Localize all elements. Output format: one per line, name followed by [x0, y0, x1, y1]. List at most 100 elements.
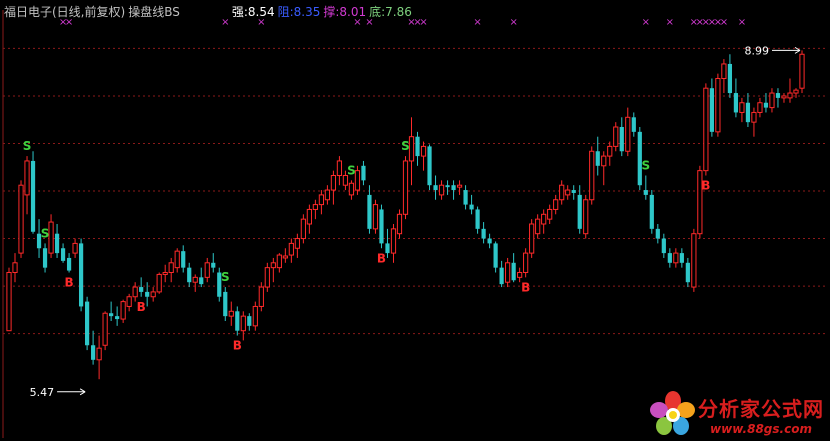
- candle: [84, 296, 90, 351]
- price-annotation: 8.99: [744, 44, 801, 57]
- x-marker: ×: [720, 17, 728, 28]
- candle-body: [30, 160, 36, 232]
- candle-body: [661, 238, 666, 254]
- price-annotations: 5.47 8.99: [30, 44, 801, 399]
- candle: [433, 175, 438, 200]
- candle-body: [192, 276, 198, 283]
- candle-body: [228, 310, 234, 317]
- candle-body: [613, 126, 619, 147]
- candle-body: [324, 189, 331, 201]
- candle: [162, 264, 168, 283]
- candle: [390, 224, 397, 263]
- candle: [24, 156, 30, 215]
- candle: [727, 54, 733, 98]
- candle-body: [48, 221, 54, 254]
- candle: [589, 146, 595, 205]
- sell-signal: S: [41, 226, 50, 240]
- bottom-value: 7.86: [385, 5, 412, 19]
- sell-signal: S: [401, 139, 410, 153]
- candle-body: [667, 253, 672, 263]
- candle: [367, 185, 372, 234]
- candle-body: [18, 184, 24, 254]
- candle-body: [475, 209, 480, 229]
- support-value: 8.01: [339, 5, 367, 19]
- candle: [132, 282, 138, 302]
- candle: [649, 190, 654, 234]
- candle: [235, 306, 240, 336]
- signal-labels: S S B B S B S B S B S B: [23, 139, 711, 352]
- candle-body: [312, 204, 318, 210]
- candle: [294, 233, 300, 258]
- candle-body: [247, 316, 252, 326]
- candle-body: [529, 223, 535, 254]
- candle-body: [96, 347, 102, 361]
- candle-body: [330, 175, 337, 191]
- candle: [72, 238, 78, 258]
- candle-body: [505, 262, 511, 283]
- candle-body: [258, 286, 264, 307]
- candle-body: [139, 287, 144, 292]
- stock-title: 福日电子(日线,前复权): [4, 5, 126, 19]
- candle-body: [294, 238, 300, 249]
- candle-body: [577, 194, 582, 229]
- candle-body: [463, 190, 468, 205]
- sell-signal: S: [23, 139, 32, 153]
- candle: [30, 151, 36, 234]
- candle: [655, 224, 660, 244]
- candle: [120, 299, 126, 323]
- candle: [6, 267, 12, 332]
- candle-body: [487, 238, 492, 244]
- candle: [42, 243, 48, 273]
- price-annotation: 5.47: [30, 386, 86, 399]
- annotation-label: 5.47: [30, 386, 55, 399]
- candle: [535, 214, 541, 239]
- candle: [348, 180, 355, 200]
- candle-body: [493, 243, 498, 268]
- candle-body: [601, 155, 607, 167]
- candle-body: [150, 291, 156, 298]
- candle: [499, 260, 504, 288]
- candle: [240, 311, 246, 341]
- candle-body: [276, 254, 282, 269]
- candle-body: [511, 262, 516, 281]
- candle-body: [499, 267, 504, 285]
- candle: [631, 112, 636, 137]
- candle: [583, 194, 589, 239]
- watermark-text: 分析家公式网: [698, 396, 824, 421]
- candle: [361, 160, 366, 186]
- candle-body: [793, 89, 799, 94]
- candle: [709, 78, 714, 137]
- watermark-url: www.88gs.com: [710, 421, 812, 436]
- candle-body: [679, 253, 684, 263]
- candle-body: [115, 316, 120, 320]
- candle-body: [6, 272, 12, 332]
- x-marker: ×: [738, 17, 746, 28]
- x-marker: ×: [473, 17, 481, 28]
- x-marker: ×: [666, 17, 674, 28]
- candle-body: [132, 286, 138, 298]
- candle-body: [451, 185, 456, 191]
- candle-body: [733, 93, 739, 113]
- candle: [181, 245, 186, 273]
- candle: [733, 78, 739, 118]
- candle: [685, 257, 690, 288]
- candle: [156, 272, 162, 294]
- buy-signal: B: [377, 251, 386, 265]
- candle: [571, 185, 576, 200]
- buy-signal: B: [233, 339, 242, 353]
- candle-body: [199, 277, 204, 285]
- candle: [787, 78, 793, 103]
- candle-body: [673, 252, 679, 264]
- candle: [264, 262, 270, 292]
- candle: [115, 306, 120, 326]
- candlestick-chart[interactable]: SSBBSBSBSBSB ×× × × × × ××× × × × × ×××××× × 5.478.…: [0, 0, 830, 441]
- candle: [48, 214, 54, 258]
- candle-body: [84, 301, 90, 346]
- support-label: 撑:: [323, 5, 340, 19]
- candle: [60, 243, 66, 263]
- buy-signal: B: [65, 276, 74, 290]
- candle: [703, 83, 709, 176]
- candle-body: [481, 228, 486, 239]
- candle-body: [469, 204, 474, 210]
- candle-body: [109, 313, 114, 317]
